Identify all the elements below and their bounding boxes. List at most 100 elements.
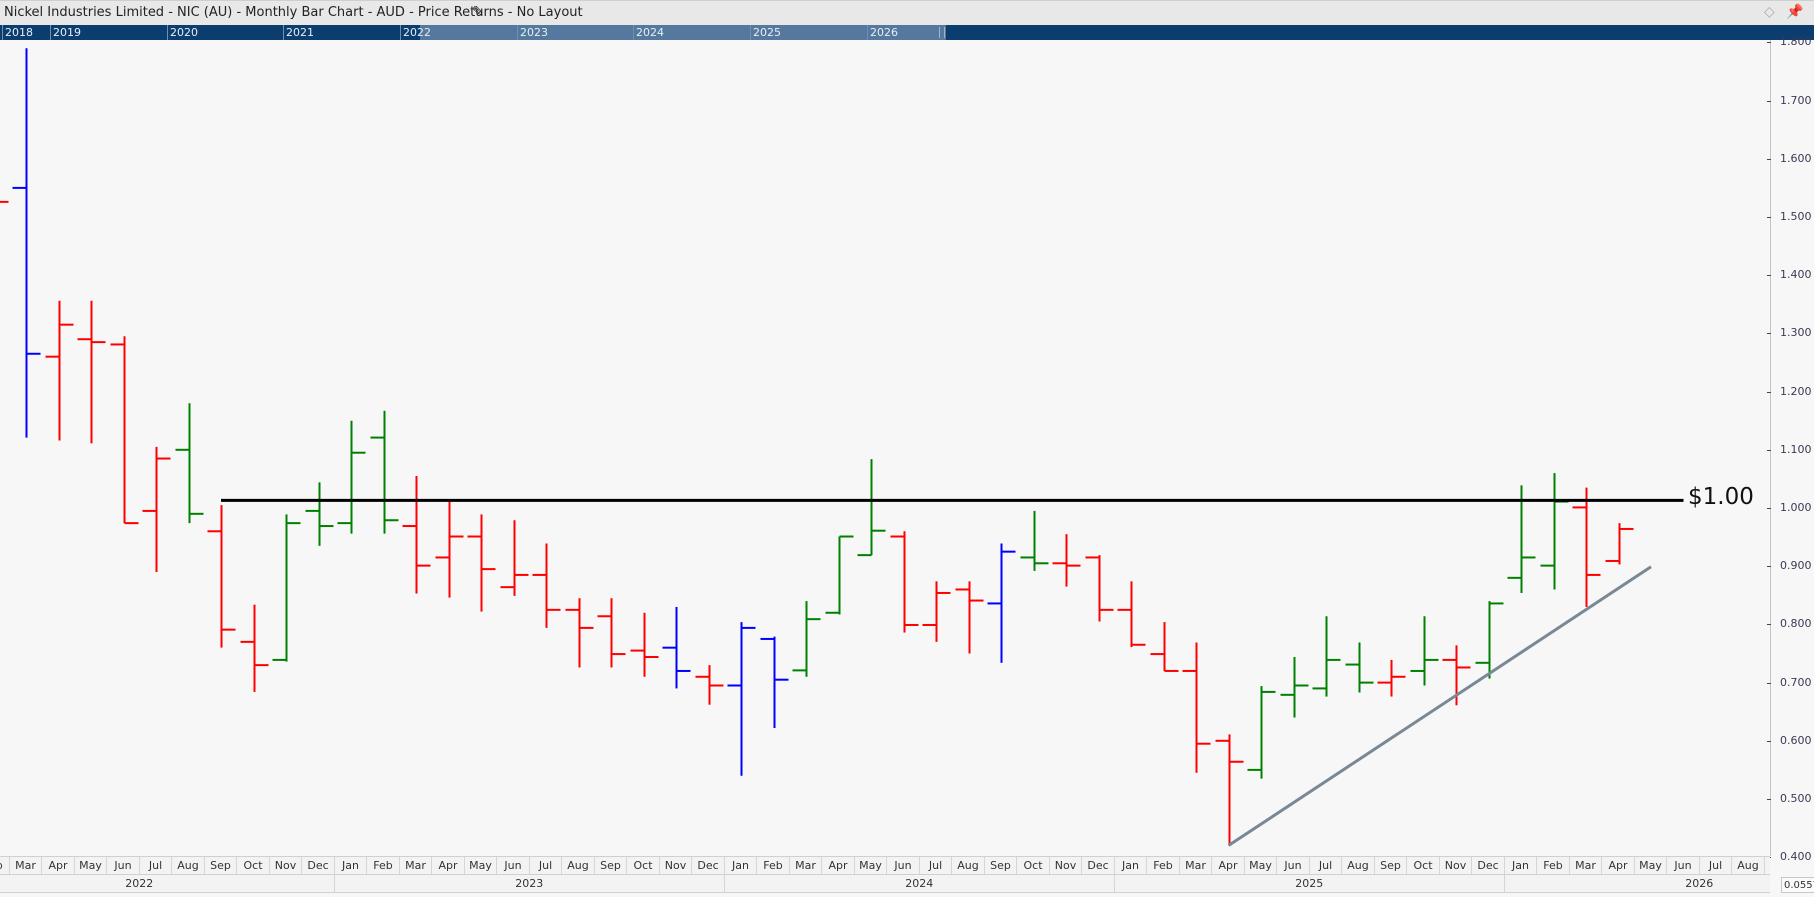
ohlc-bar[interactable] xyxy=(1572,487,1601,607)
ohlc-bar[interactable] xyxy=(695,665,724,705)
x-axis-month-label[interactable]: Jul xyxy=(920,857,953,874)
x-axis-month-label[interactable]: Oct xyxy=(1017,857,1050,874)
ohlc-bar[interactable] xyxy=(1280,656,1309,718)
pin-icon[interactable]: 📌 xyxy=(1786,4,1803,20)
x-axis-month-label[interactable]: Mar xyxy=(790,857,823,874)
ohlc-bar[interactable] xyxy=(987,543,1016,663)
ohlc-bar[interactable] xyxy=(207,505,236,648)
ohlc-bar[interactable] xyxy=(890,531,919,633)
x-axis-month-label[interactable]: Jan xyxy=(1505,857,1538,874)
ohlc-bar[interactable] xyxy=(565,598,594,668)
x-axis-month-label[interactable]: Apr xyxy=(432,857,465,874)
ohlc-bar[interactable] xyxy=(12,48,41,438)
ohlc-bar[interactable] xyxy=(922,581,951,642)
ohlc-bar[interactable] xyxy=(110,336,139,525)
x-axis-month-label[interactable]: Feb xyxy=(757,857,790,874)
x-axis-month-label[interactable]: Apr xyxy=(822,857,855,874)
x-axis-month-label[interactable]: Nov xyxy=(660,857,693,874)
x-axis-month-label[interactable]: Feb xyxy=(0,857,10,874)
x-axis-month-label[interactable]: Mar xyxy=(1180,857,1213,874)
ohlc-bar[interactable] xyxy=(175,403,204,524)
x-axis-month-label[interactable]: Feb xyxy=(1537,857,1570,874)
ohlc-bar[interactable] xyxy=(1020,510,1049,571)
ohlc-bar[interactable] xyxy=(727,622,756,776)
ohlc-bar[interactable] xyxy=(1182,642,1211,773)
x-axis-month-label[interactable]: Aug xyxy=(1342,857,1375,874)
x-axis-month-label[interactable]: Jan xyxy=(725,857,758,874)
ohlc-bar[interactable] xyxy=(272,514,301,662)
x-axis-month-label[interactable]: Sep xyxy=(985,857,1018,874)
ohlc-bar[interactable] xyxy=(760,636,789,728)
x-axis-month-label[interactable]: Oct xyxy=(237,857,270,874)
ohlc-bar[interactable] xyxy=(1377,659,1406,697)
ohlc-bar[interactable] xyxy=(1247,686,1276,779)
ohlc-bar[interactable] xyxy=(1540,473,1569,590)
y-axis[interactable] xyxy=(1770,40,1771,856)
ohlc-bar[interactable] xyxy=(857,459,886,557)
x-axis-month-label[interactable]: Apr xyxy=(1602,857,1635,874)
price-chart[interactable] xyxy=(0,40,1770,856)
x-axis-month-label[interactable]: Nov xyxy=(1440,857,1473,874)
x-axis-month-label[interactable]: May xyxy=(1245,857,1278,874)
x-axis-month-label[interactable]: Mar xyxy=(400,857,433,874)
ohlc-bar[interactable] xyxy=(77,300,106,444)
ohlc-bar[interactable] xyxy=(305,482,334,546)
x-axis-month-label[interactable]: Dec xyxy=(692,857,725,874)
ohlc-bar[interactable] xyxy=(1312,616,1341,697)
x-axis-month-label[interactable]: Nov xyxy=(270,857,303,874)
pencil-icon[interactable]: ✎ xyxy=(472,4,484,20)
ohlc-bar[interactable] xyxy=(402,475,431,594)
diamond-icon[interactable]: ◇ xyxy=(1764,4,1775,20)
x-axis-month-label[interactable]: Dec xyxy=(302,857,335,874)
x-axis-month-label[interactable]: May xyxy=(465,857,498,874)
x-axis-month-label[interactable]: Jun xyxy=(107,857,140,874)
x-axis-month-label[interactable]: Jul xyxy=(1700,857,1733,874)
ohlc-bar[interactable] xyxy=(630,612,659,677)
x-axis-month-label[interactable]: Sep xyxy=(1375,857,1408,874)
x-axis-month-label[interactable]: Jan xyxy=(335,857,368,874)
x-axis-month-label[interactable]: Jul xyxy=(140,857,173,874)
x-axis-month-label[interactable]: Apr xyxy=(42,857,75,874)
ohlc-bar[interactable] xyxy=(370,410,399,534)
x-axis-month-label[interactable]: Jul xyxy=(530,857,563,874)
ohlc-bar[interactable] xyxy=(45,300,74,441)
x-axis-month-label[interactable]: May xyxy=(1635,857,1668,874)
navigator-grip-handle[interactable] xyxy=(939,27,945,38)
x-axis-month-label[interactable]: Nov xyxy=(1050,857,1083,874)
ohlc-bar[interactable] xyxy=(532,543,561,628)
x-axis-month-label[interactable]: Aug xyxy=(172,857,205,874)
ohlc-bar[interactable] xyxy=(1052,534,1081,587)
ohlc-bar[interactable] xyxy=(1085,555,1114,622)
x-axis-month-label[interactable]: Jul xyxy=(1310,857,1343,874)
ohlc-bar[interactable] xyxy=(467,514,496,612)
x-axis-month-label[interactable]: Jun xyxy=(1667,857,1700,874)
x-axis-months[interactable]: FebMarAprMayJunJulAugSepOctNovDecJanFebM… xyxy=(0,856,1770,875)
ohlc-bar[interactable] xyxy=(142,446,171,573)
x-axis-month-label[interactable]: Apr xyxy=(1212,857,1245,874)
ohlc-bar[interactable] xyxy=(1215,734,1244,846)
x-axis-month-label[interactable]: Aug xyxy=(1732,857,1765,874)
ohlc-bar[interactable] xyxy=(597,598,626,668)
x-axis-month-label[interactable]: Sep xyxy=(205,857,238,874)
ohlc-bar[interactable] xyxy=(662,606,691,689)
ohlc-bar[interactable] xyxy=(792,601,821,677)
x-axis-month-label[interactable]: Sep xyxy=(595,857,628,874)
x-axis-month-label[interactable]: Jan xyxy=(1115,857,1148,874)
ohlc-bar[interactable] xyxy=(1150,622,1179,672)
x-axis-month-label[interactable]: Dec xyxy=(1082,857,1115,874)
ohlc-bar[interactable] xyxy=(1410,616,1439,686)
x-axis-month-label[interactable]: Jun xyxy=(497,857,530,874)
x-axis-month-label[interactable]: Oct xyxy=(627,857,660,874)
ohlc-bar[interactable] xyxy=(825,535,854,615)
x-axis-month-label[interactable]: Jun xyxy=(887,857,920,874)
ohlc-bar[interactable] xyxy=(955,581,984,654)
x-axis-month-label[interactable]: Feb xyxy=(1147,857,1180,874)
x-axis-month-label[interactable]: Oct xyxy=(1407,857,1440,874)
ohlc-bar[interactable] xyxy=(1117,581,1146,648)
x-axis-month-label[interactable]: Dec xyxy=(1472,857,1505,874)
x-axis-month-label[interactable]: Mar xyxy=(1570,857,1603,874)
date-range-navigator[interactable]: 2018 2019 2020 2021 2022 2023 2024 2025 2026 xyxy=(0,25,1814,40)
ohlc-bar[interactable] xyxy=(1345,642,1374,693)
ohlc-bar[interactable] xyxy=(337,420,366,534)
x-axis-month-label[interactable]: Feb xyxy=(367,857,400,874)
